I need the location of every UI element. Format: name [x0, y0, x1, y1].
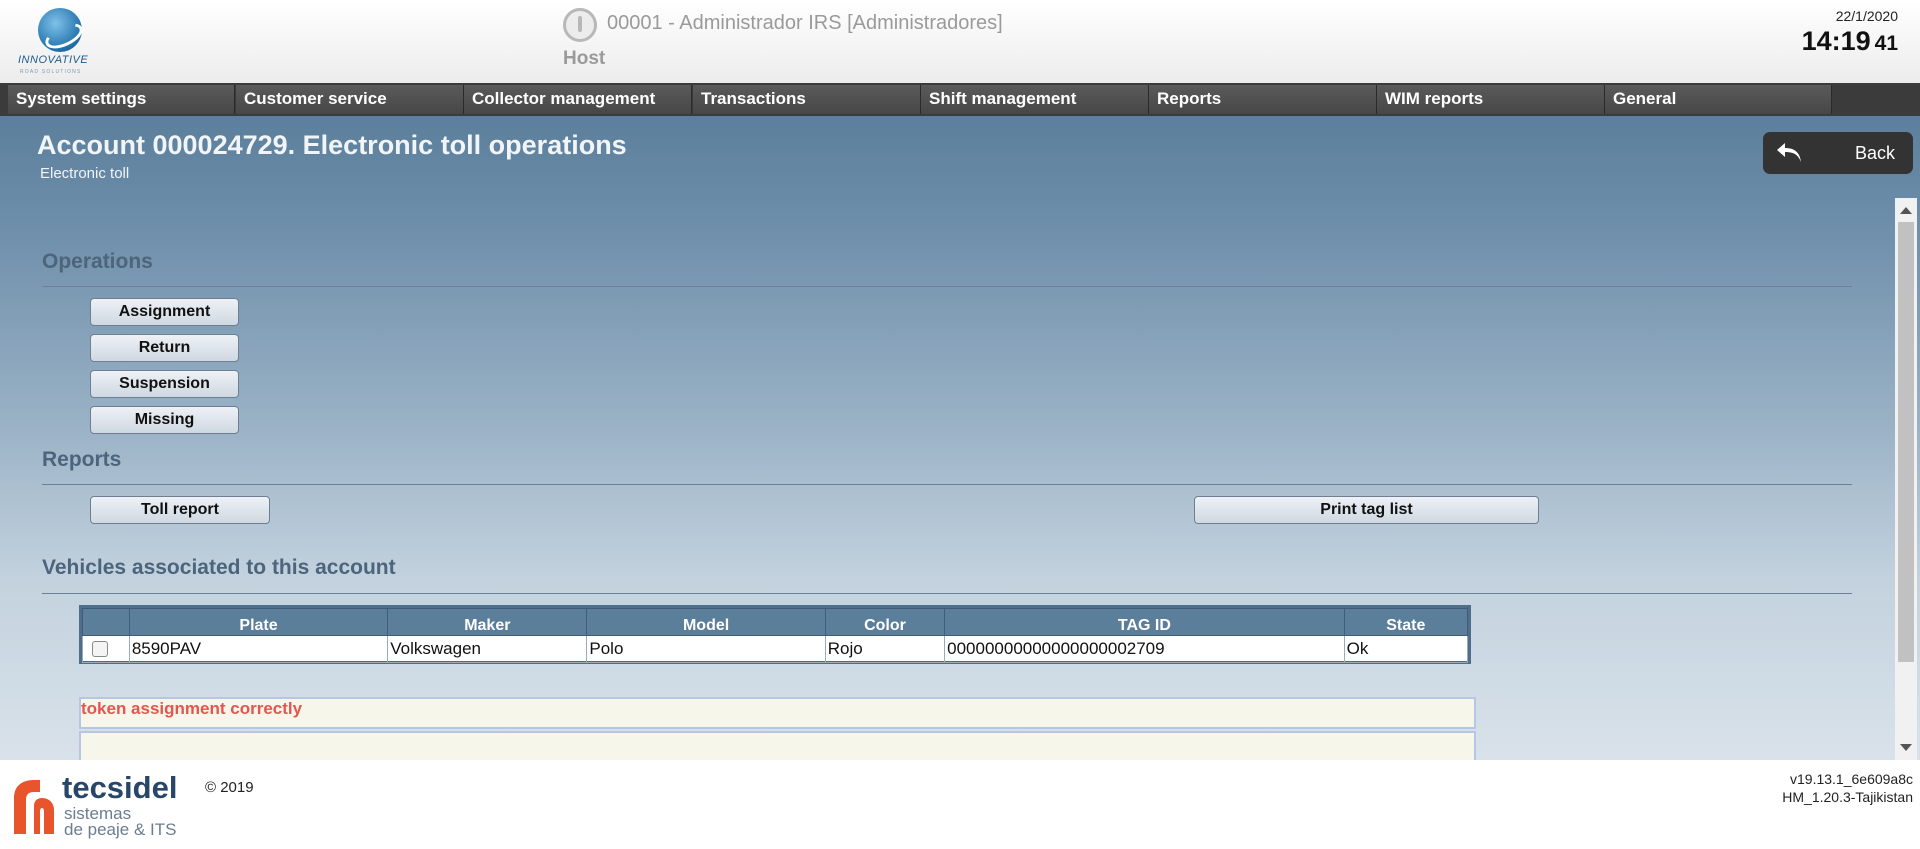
- back-label: Back: [1854, 143, 1895, 163]
- operations-title: Operations: [42, 250, 153, 273]
- menu-collector-management[interactable]: Collector management: [464, 85, 692, 114]
- menu-system-settings[interactable]: System settings: [8, 85, 235, 114]
- page-subtitle: Electronic toll: [40, 165, 130, 182]
- menu-wim-reports[interactable]: WIM reports: [1377, 85, 1605, 114]
- menu-general[interactable]: General: [1605, 85, 1832, 114]
- brand-tagline: sistemas de peaje & ITS: [64, 805, 177, 839]
- scroll-up-arrow-icon[interactable]: [1900, 207, 1912, 214]
- missing-button[interactable]: Missing: [90, 406, 239, 434]
- version-line2: HM_1.20.3-Tajikistan: [1782, 789, 1913, 805]
- vehicles-title: Vehicles associated to this account: [42, 556, 396, 579]
- column-header-state[interactable]: State: [1343, 608, 1469, 636]
- suspension-button[interactable]: Suspension: [90, 370, 239, 398]
- reports-divider: [42, 484, 1852, 485]
- message-box: token assignment correctly: [79, 697, 1476, 729]
- scrollbar-thumb[interactable]: [1898, 222, 1914, 662]
- print-tag-list-button[interactable]: Print tag list: [1194, 496, 1539, 524]
- tecsidel-mark-icon: [14, 780, 54, 834]
- menu-shift-management[interactable]: Shift management: [921, 85, 1149, 114]
- toll-report-button[interactable]: Toll report: [90, 496, 270, 524]
- page-title: Account 000024729. Electronic toll opera…: [37, 130, 627, 160]
- brand-tagline-line2: de peaje & ITS: [64, 820, 177, 839]
- clock-hours-minutes: 14:19: [1801, 26, 1871, 56]
- menu-reports[interactable]: Reports: [1149, 85, 1377, 114]
- date-display: 22/1/2020: [1835, 8, 1898, 24]
- plate-cell: 8590PAV: [128, 635, 389, 663]
- back-arrow-icon: [1777, 143, 1801, 162]
- vehicles-divider: [42, 593, 1852, 594]
- row-select-cell: [82, 635, 130, 663]
- host-label: Host: [563, 48, 606, 69]
- app-footer: tecsidel sistemas de peaje & ITS © 2019 …: [0, 760, 1920, 849]
- vehicles-table: Plate Maker Model Color TAG ID State 859…: [79, 605, 1471, 664]
- table-header-row: Plate Maker Model Color TAG ID State: [82, 608, 1469, 636]
- model-cell: Polo: [586, 635, 826, 663]
- column-header-model[interactable]: Model: [586, 608, 826, 636]
- power-icon[interactable]: [563, 8, 597, 42]
- column-header-tag-id[interactable]: TAG ID: [944, 608, 1345, 636]
- table-row[interactable]: 8590PAV Volkswagen Polo Rojo 00000000000…: [82, 635, 1469, 663]
- logo-text: INNOVATIVE: [18, 54, 89, 66]
- scroll-down-arrow-icon[interactable]: [1900, 744, 1912, 751]
- column-header-select: [82, 608, 130, 636]
- app-header: INNOVATIVE ROAD SOLUTIONS 00001 - Admini…: [0, 0, 1920, 83]
- return-button[interactable]: Return: [90, 334, 239, 362]
- copyright: © 2019: [205, 779, 254, 796]
- logo-subtext: ROAD SOLUTIONS: [20, 69, 82, 75]
- version-line1: v19.13.1_6e609a8c: [1790, 771, 1913, 787]
- globe-icon: [38, 8, 82, 52]
- clock-display: 14:19 41: [1802, 26, 1898, 57]
- tag-id-cell: 00000000000000000002709: [944, 635, 1345, 663]
- column-header-maker[interactable]: Maker: [387, 608, 588, 636]
- innovative-logo: INNOVATIVE ROAD SOLUTIONS: [16, 6, 108, 76]
- menu-transactions[interactable]: Transactions: [693, 85, 921, 114]
- main-menu: System settings Customer service Collect…: [0, 83, 1920, 116]
- operations-divider: [42, 286, 1852, 287]
- column-header-plate[interactable]: Plate: [128, 608, 389, 636]
- brand-name: tecsidel: [62, 770, 178, 805]
- color-cell: Rojo: [824, 635, 946, 663]
- status-message: token assignment correctly: [81, 699, 303, 718]
- version-info: v19.13.1_6e609a8c HM_1.20.3-Tajikistan: [1782, 770, 1913, 806]
- menu-customer-service[interactable]: Customer service: [236, 85, 464, 114]
- assignment-button[interactable]: Assignment: [90, 298, 239, 326]
- row-checkbox[interactable]: [92, 641, 108, 657]
- tecsidel-logo: tecsidel sistemas de peaje & ITS: [12, 770, 182, 844]
- reports-title: Reports: [42, 448, 122, 471]
- maker-cell: Volkswagen: [387, 635, 588, 663]
- column-header-color[interactable]: Color: [824, 608, 946, 636]
- back-button[interactable]: Back: [1763, 132, 1913, 174]
- message-box-secondary: [79, 731, 1476, 760]
- page-scrollbar[interactable]: [1895, 198, 1917, 760]
- user-info: 00001 - Administrador IRS [Administrador…: [607, 12, 1003, 34]
- state-cell: Ok: [1343, 635, 1469, 663]
- clock-seconds: 41: [1874, 32, 1898, 55]
